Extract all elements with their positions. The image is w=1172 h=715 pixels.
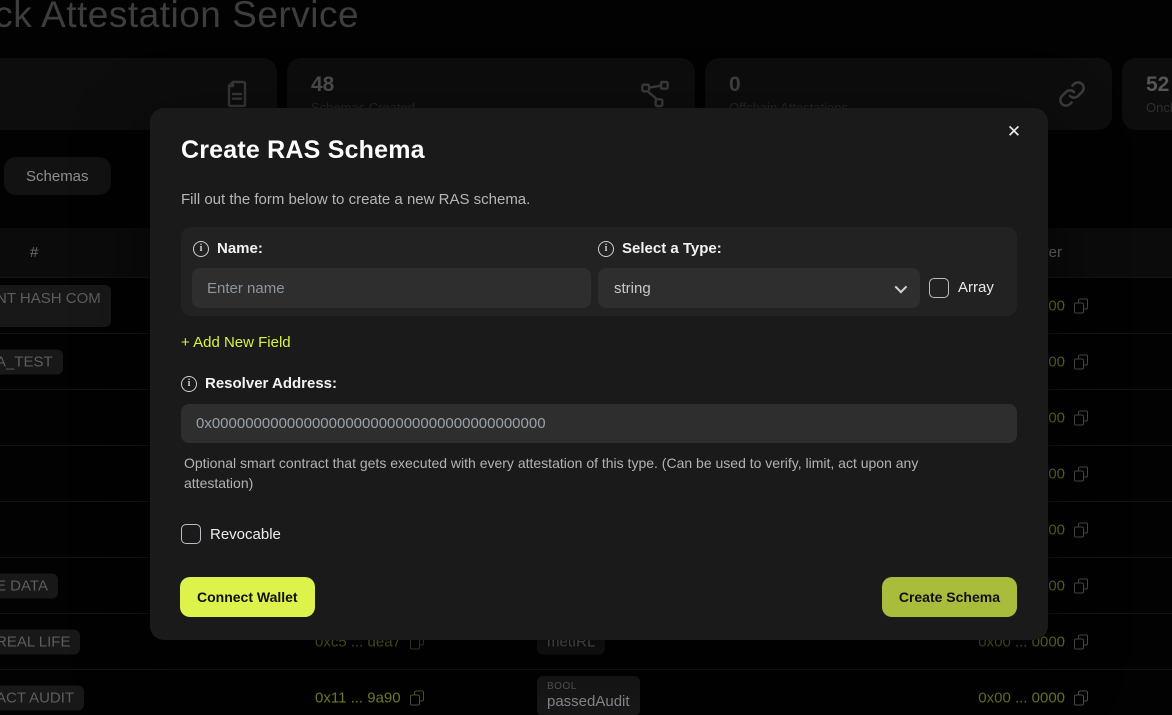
create-schema-modal: ✕ Create RAS Schema Fill out the form be…: [150, 108, 1048, 640]
column-header-index: #: [30, 228, 38, 277]
array-label: Array: [958, 279, 994, 296]
page-title: Rock Attestation Service: [0, 0, 359, 36]
stat-value: 0: [729, 73, 848, 97]
copy-icon[interactable]: [410, 690, 424, 705]
type-select-value: string: [614, 280, 651, 297]
schema-name-badge: NT HASH COM: [0, 285, 111, 327]
info-icon: [181, 376, 197, 392]
resolver-address: 0x00 ... 0000: [978, 689, 1065, 706]
name-label: Name:: [217, 240, 263, 257]
type-label: Select a Type:: [622, 240, 722, 257]
schema-name-badge: A_TEST: [0, 349, 63, 374]
resolver-label-row: Resolver Address:: [181, 375, 337, 392]
schema-field-badge: BOOL passedAudit: [537, 676, 640, 715]
resolver-help-text: Optional smart contract that gets execut…: [184, 453, 984, 493]
copy-icon[interactable]: [1074, 298, 1088, 313]
copy-icon[interactable]: [1074, 522, 1088, 537]
copy-icon[interactable]: [1074, 410, 1088, 425]
revocable-label: Revocable: [210, 526, 281, 543]
type-label-row: Select a Type:: [598, 240, 722, 257]
schema-uid: 0x11 ... 9a90: [315, 689, 401, 706]
close-icon[interactable]: ✕: [1002, 120, 1026, 144]
name-input[interactable]: [192, 268, 591, 308]
copy-icon[interactable]: [1074, 354, 1088, 369]
type-select[interactable]: string: [598, 268, 920, 308]
chevron-down-icon: [895, 280, 908, 293]
field-type-label: BOOL: [547, 681, 630, 692]
revocable-checkbox[interactable]: [181, 524, 201, 544]
create-schema-button[interactable]: Create Schema: [882, 577, 1017, 617]
info-icon: [598, 241, 614, 257]
info-icon: [193, 241, 209, 257]
app-window: Rock Attestation Service 48 Schemas Crea…: [0, 0, 1172, 715]
connect-wallet-button[interactable]: Connect Wallet: [180, 577, 315, 617]
schema-name-badge: REAL LIFE: [0, 629, 80, 654]
schema-uid-link[interactable]: 0x11 ... 9a90: [315, 689, 424, 706]
revocable-row: Revocable: [181, 524, 281, 544]
stat-label: Onchain Attestations: [1146, 100, 1172, 115]
link-icon: [1056, 78, 1088, 110]
stat-card-onchain: 52 Onchain Attestations: [1122, 58, 1172, 130]
field-name-label: passedAudit: [547, 693, 630, 710]
stat-value: 52: [1146, 73, 1172, 97]
copy-icon[interactable]: [1074, 466, 1088, 481]
array-checkbox[interactable]: [929, 278, 949, 298]
schema-name-badge: ACT AUDIT: [0, 685, 84, 710]
file-text-icon: [221, 78, 253, 110]
copy-icon[interactable]: [1074, 578, 1088, 593]
resolver-label: Resolver Address:: [205, 375, 337, 392]
modal-title: Create RAS Schema: [181, 136, 425, 165]
share-network-icon: [639, 78, 671, 110]
schema-name-badge: E DATA: [0, 573, 58, 598]
table-row: ACT AUDIT 0x11 ... 9a90 BOOL passedAudit…: [0, 669, 1172, 715]
schema-field-row: Name: Select a Type: string Array: [181, 227, 1017, 316]
modal-subtitle: Fill out the form below to create a new …: [181, 191, 530, 208]
name-label-row: Name:: [193, 240, 263, 257]
copy-icon[interactable]: [1074, 690, 1088, 705]
copy-icon[interactable]: [1074, 634, 1088, 649]
resolver-address-cell[interactable]: 0x00 ... 0000: [978, 689, 1088, 706]
resolver-address-input[interactable]: [181, 404, 1017, 443]
add-new-field-link[interactable]: + Add New Field: [181, 334, 291, 351]
tab-schemas[interactable]: Schemas: [4, 157, 111, 195]
stat-value: 48: [311, 73, 415, 97]
